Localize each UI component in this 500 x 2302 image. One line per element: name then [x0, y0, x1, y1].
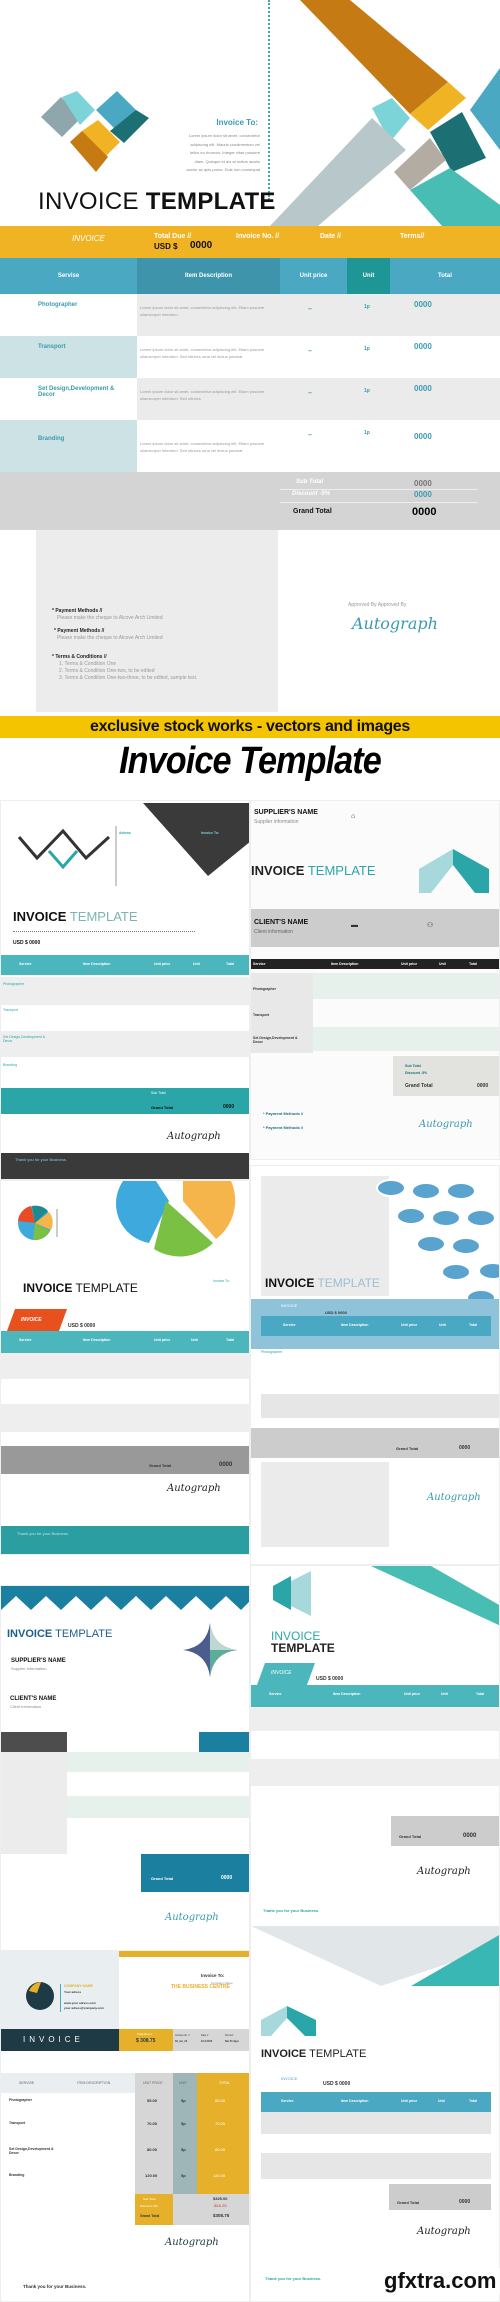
subtotal-label: Sub Total — [296, 479, 324, 485]
thumbnail-3: INVOICE TEMPLATE Invoice To: INVOICE USD… — [0, 1180, 250, 1555]
thumb-totals: Grand Total 0000 — [1, 1446, 249, 1474]
currency: USD $ — [154, 242, 178, 251]
thumbnail-1: Adress Invoice To: INVOICE TEMPLATE USD … — [0, 800, 250, 1180]
table-row: Set Design,Development & Decor 80.00 5p 80.… — [9, 2147, 226, 2155]
hero-shapes — [270, 0, 500, 226]
hero-invoice: Invoice To: Lorem ipsum dolor sit amet, … — [0, 0, 500, 712]
grand-total-label: Grand Total — [293, 508, 332, 515]
discount-label: Discount -5% — [292, 491, 331, 497]
thumb-totals: Sub Total Grand Total 0000 — [1, 1088, 249, 1114]
pattern-decor-icon — [376, 1179, 499, 1307]
totals-block: Sub Total 0000 Discount -5% 0000 Grand T… — [0, 472, 500, 530]
col-description: Item Description — [137, 258, 280, 294]
zigzag-decor-icon — [1, 1586, 249, 1610]
thumbnail-8: COMPANY NAME Your adress www.your adress… — [0, 1950, 250, 2302]
col-unit-price: Unit price — [299, 273, 328, 279]
thumbnail-5: INVOICE TEMPLATE SUPPLIER'S NAME Supplie… — [0, 1585, 250, 1980]
divider — [268, 0, 270, 200]
table-row: Set Design,Development & Decor Lorem ips… — [0, 378, 500, 420]
table-row: Branding Lorem ipsum dolor sit amet, con… — [0, 420, 500, 472]
thumb-table-header: Service Item Description Unit price Unit Tot… — [1, 955, 249, 975]
invoice-to-text: Lorem ipsum dolor sit amet, consectetur … — [186, 133, 260, 172]
company-logo-icon — [26, 1982, 54, 2010]
page-title: INVOICE TEMPLATE — [38, 188, 276, 215]
date-label: Date // — [320, 233, 342, 240]
thumbnail-2: SUPPLIER'S NAME Supplier information ⌂ I… — [250, 800, 500, 1160]
table-row: Branding 120.00 5p 120.00 — [9, 2173, 226, 2178]
thumb-title: INVOICE TEMPLATE — [13, 909, 138, 924]
house-logo-icon — [261, 2006, 316, 2036]
table-header: Servise Item Description Unit price Unit… — [0, 258, 500, 294]
invoice-label: INVOICE — [72, 234, 105, 243]
thumbnail-6: INVOICE TEMPLATE INVOICE USD $ 0000 Servi… — [250, 1565, 500, 1785]
collection-title: Invoice Template — [119, 740, 382, 782]
col-unit: Unit — [347, 258, 390, 294]
table-row: Transport Lorem ipsum dolor sit amet, co… — [0, 336, 500, 378]
invoice-info-bar: INVOICE Total Due // USD $ 0000 Invoice … — [0, 226, 500, 258]
watermark: gfxtra.com — [380, 2268, 500, 2294]
logo-icon — [41, 91, 149, 172]
diagonal-decor-icon — [251, 1926, 499, 1986]
total-due-label: Total Due // — [154, 233, 192, 240]
grand-total-value: 0000 — [412, 506, 437, 518]
terms-label: Terms// — [400, 233, 425, 240]
stock-banner: exclusive stock works - vectors and imag… — [0, 716, 500, 738]
total-due-value: 0000 — [190, 240, 213, 251]
col-service: Servise — [57, 273, 80, 279]
wave-logo-icon — [17, 803, 249, 876]
house-logo-icon — [419, 849, 489, 893]
invoice-footer: * Payment Methods // Please make the che… — [0, 530, 500, 712]
col-total: Total — [438, 273, 452, 279]
last-table-header: SERVISE ITEM DESCRIPTION UNIT PRICE UNIT TOT… — [19, 2081, 230, 2085]
table-row: Photographer 55.00 5p 55.00 — [9, 2098, 226, 2103]
thumbnail-7: Grand Total 0000 Autograph Thank you for… — [250, 1785, 500, 2302]
home-icon: ⌂ — [351, 813, 356, 820]
thumbnail-4: INVOICE TEMPLATE INVOICE USD $ 0000 Serv… — [250, 1165, 500, 1565]
thumb-thanks-bar: Thank you for your Business. — [1, 1153, 249, 1179]
people-icon: ⚇ — [427, 922, 434, 929]
subtotal-value: 0000 — [414, 479, 432, 488]
approved-label: Approved By Approved By — [348, 602, 407, 608]
star-logo-icon — [183, 1623, 237, 1677]
invoice-to-label: Invoice To: — [216, 118, 258, 127]
table-row: Transport 70.00 5p 70.00 — [9, 2121, 226, 2126]
autograph: Autograph — [352, 614, 438, 633]
discount-value: 0000 — [414, 490, 432, 499]
briefcase-icon: ▬ — [351, 922, 358, 929]
table-row: Photographer Lorem ipsum dolor sit amet,… — [0, 294, 500, 336]
hexagon-logo-icon — [273, 1566, 499, 1626]
pie-chart-icon — [18, 1181, 236, 1257]
invoice-no-label: Invoice No. // — [236, 233, 280, 240]
